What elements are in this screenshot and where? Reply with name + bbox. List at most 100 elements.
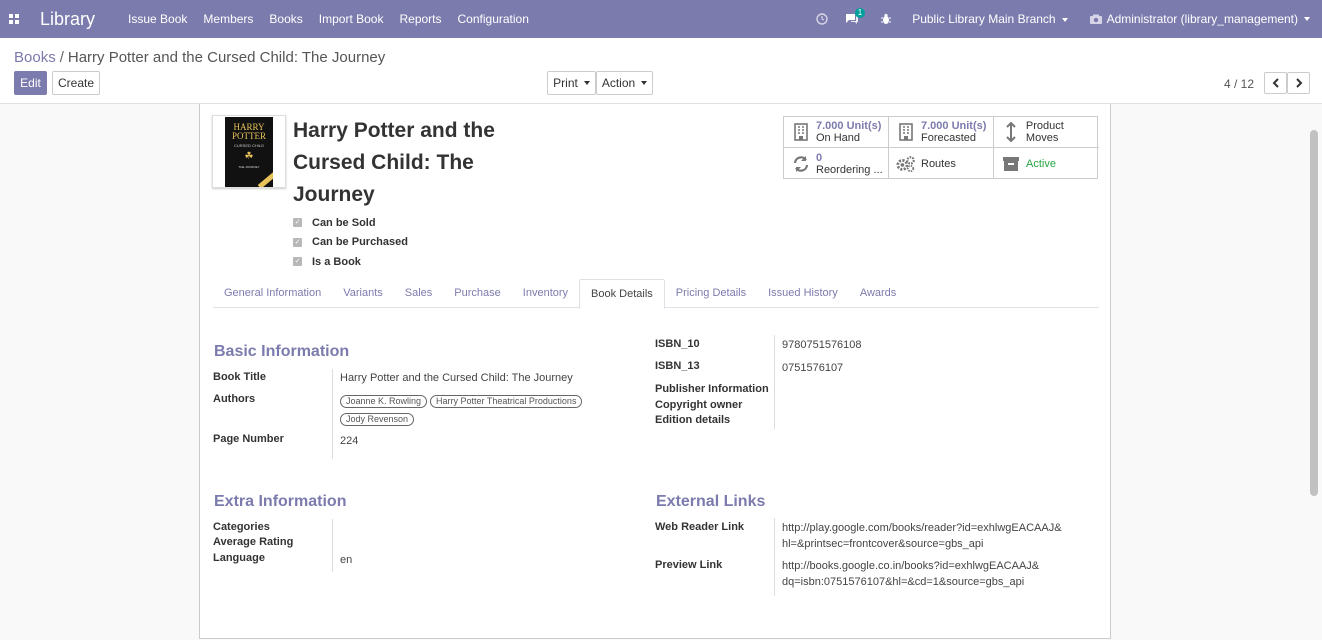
- basic-information-heading: Basic Information: [214, 343, 350, 360]
- user-name: Administrator (library_management): [1106, 12, 1298, 26]
- create-button[interactable]: Create: [52, 71, 100, 95]
- tab-issued-history[interactable]: Issued History: [757, 279, 849, 308]
- tab-sales[interactable]: Sales: [394, 279, 444, 308]
- language-field[interactable]: en: [340, 552, 352, 568]
- menu-import-book[interactable]: Import Book: [319, 12, 384, 26]
- edit-button[interactable]: Edit: [14, 71, 47, 95]
- user-avatar-icon: [1089, 14, 1102, 24]
- cover-text-journey: THE JOURNEY: [238, 164, 260, 169]
- tab-pricing-details[interactable]: Pricing Details: [665, 279, 757, 308]
- debug-bug-icon[interactable]: [878, 11, 894, 27]
- field-divider: [774, 335, 775, 429]
- tab-awards[interactable]: Awards: [849, 279, 907, 308]
- product-moves-button[interactable]: Product Moves: [994, 117, 1099, 148]
- pager-value[interactable]: 4 / 12: [1224, 77, 1254, 91]
- web-reader-link-line: hl=&printsec=frontcover&source=gbs_api: [782, 538, 984, 550]
- authors-field[interactable]: Joanne K. Rowling Harry Potter Theatrical…: [340, 393, 620, 429]
- book-title-label: Book Title: [213, 371, 266, 383]
- pager-next-button[interactable]: [1287, 72, 1310, 94]
- on-hand-value: 7.000 Unit(s): [816, 120, 882, 132]
- action-dropdown[interactable]: Action: [596, 71, 653, 95]
- control-panel: Books / Harry Potter and the Cursed Child:…: [0, 38, 1322, 104]
- preview-link-field[interactable]: http://books.google.co.in/books?id=exhlw…: [782, 558, 1039, 590]
- print-label: Print: [553, 76, 578, 90]
- tab-purchase[interactable]: Purchase: [443, 279, 511, 308]
- chevron-right-icon: [1295, 78, 1302, 88]
- checkbox-checked-icon[interactable]: ✓: [293, 218, 302, 228]
- cogs-icon: [896, 155, 916, 173]
- product-flags: ✓ Can be Sold ✓ Can be Purchased ✓ Is a …: [293, 213, 408, 272]
- average-rating-label: Average Rating: [213, 536, 294, 548]
- isbn10-label: ISBN_10: [655, 338, 700, 350]
- cover-emblem-icon: ☘: [244, 150, 254, 162]
- menu-issue-book[interactable]: Issue Book: [128, 12, 187, 26]
- forecasted-value: 7.000 Unit(s): [921, 120, 987, 132]
- edition-details-label: Edition details: [655, 414, 731, 426]
- flag-is-a-book[interactable]: ✓ Is a Book: [293, 252, 408, 272]
- tab-inventory[interactable]: Inventory: [512, 279, 579, 308]
- activity-clock-icon[interactable]: [814, 11, 830, 27]
- routes-button[interactable]: Routes: [889, 148, 994, 179]
- messages-icon[interactable]: 1: [844, 8, 866, 27]
- publisher-info-label: Publisher Information: [655, 383, 769, 395]
- menu-configuration[interactable]: Configuration: [458, 12, 529, 26]
- isbn10-field[interactable]: 9780751576108: [782, 337, 862, 353]
- flag-can-be-sold[interactable]: ✓ Can be Sold: [293, 213, 408, 233]
- menu-reports[interactable]: Reports: [399, 12, 441, 26]
- author-tag[interactable]: Harry Potter Theatrical Productions: [430, 395, 583, 408]
- record-title[interactable]: Harry Potter and the Cursed Child: The J…: [293, 115, 523, 211]
- reordering-button[interactable]: 0 Reordering ...: [784, 148, 889, 179]
- on-hand-button[interactable]: 7.000 Unit(s) On Hand: [784, 117, 889, 148]
- print-dropdown[interactable]: Print: [547, 71, 596, 95]
- chevron-down-icon: [1304, 17, 1310, 21]
- preview-link-label: Preview Link: [655, 559, 723, 571]
- pager-previous-button[interactable]: [1264, 72, 1287, 94]
- menu-books[interactable]: Books: [269, 12, 302, 26]
- tab-book-details[interactable]: Book Details: [579, 279, 665, 309]
- isbn13-label: ISBN_13: [655, 360, 700, 372]
- app-brand[interactable]: Library: [40, 9, 95, 30]
- author-tag[interactable]: Joanne K. Rowling: [340, 395, 428, 408]
- vertical-scrollbar[interactable]: [1310, 130, 1318, 496]
- flag-label: Can be Sold: [312, 216, 376, 229]
- isbn13-field[interactable]: 0751576107: [782, 360, 843, 376]
- action-label: Action: [601, 76, 636, 90]
- user-menu[interactable]: Administrator (library_management): [1089, 12, 1310, 26]
- breadcrumb-current: Harry Potter and the Cursed Child: The J…: [67, 49, 386, 66]
- branch-switcher[interactable]: Public Library Main Branch: [912, 12, 1068, 26]
- breadcrumb: Books / Harry Potter and the Cursed Child:…: [14, 49, 385, 66]
- cover-text-potter: POTTER: [231, 130, 266, 141]
- notebook-tabs: General Information Variants Sales Purch…: [213, 279, 1099, 309]
- web-reader-link-field[interactable]: http://play.google.com/books/reader?id=e…: [782, 520, 1062, 552]
- tab-general-information[interactable]: General Information: [213, 279, 332, 308]
- page-number-field[interactable]: 224: [340, 433, 358, 449]
- checkbox-checked-icon[interactable]: ✓: [293, 237, 302, 247]
- smart-buttons: 7.000 Unit(s) On Hand 7.000 Unit(s) Foreca…: [783, 116, 1099, 179]
- book-cover-image[interactable]: HARRY POTTER CURSED CHILD ☘ THE JOURNEY: [212, 115, 286, 188]
- book-title-field[interactable]: Harry Potter and the Cursed Child: The J…: [340, 370, 573, 386]
- checkbox-checked-icon[interactable]: ✓: [293, 257, 302, 267]
- building-icon: [791, 123, 811, 141]
- author-tag[interactable]: Jody Revenson: [340, 413, 415, 426]
- forecasted-button[interactable]: 7.000 Unit(s) Forecasted: [889, 117, 994, 148]
- book-cover-artwork: HARRY POTTER CURSED CHILD ☘ THE JOURNEY: [225, 116, 273, 187]
- routes-label: Routes: [921, 157, 956, 170]
- authors-label: Authors: [213, 393, 256, 405]
- flag-label: Is a Book: [312, 255, 361, 268]
- chevron-down-icon: [1061, 17, 1068, 22]
- messages-badge: 1: [854, 8, 866, 18]
- apps-menu-icon[interactable]: [0, 0, 28, 38]
- menu-members[interactable]: Members: [203, 12, 253, 26]
- page-number-label: Page Number: [213, 433, 284, 445]
- active-toggle-button[interactable]: Active: [994, 148, 1099, 179]
- on-hand-label: On Hand: [816, 132, 861, 144]
- web-reader-link-line: http://play.google.com/books/reader?id=e…: [782, 522, 1062, 534]
- reordering-value: 0: [816, 151, 823, 164]
- tab-variants[interactable]: Variants: [332, 279, 394, 308]
- active-label: Active: [1026, 157, 1056, 170]
- copyright-owner-label: Copyright owner: [655, 399, 743, 411]
- flag-can-be-purchased[interactable]: ✓ Can be Purchased: [293, 233, 408, 253]
- breadcrumb-books-link[interactable]: Books: [14, 49, 56, 66]
- product-moves-label: Product Moves: [1025, 120, 1064, 144]
- categories-label: Categories: [213, 521, 270, 533]
